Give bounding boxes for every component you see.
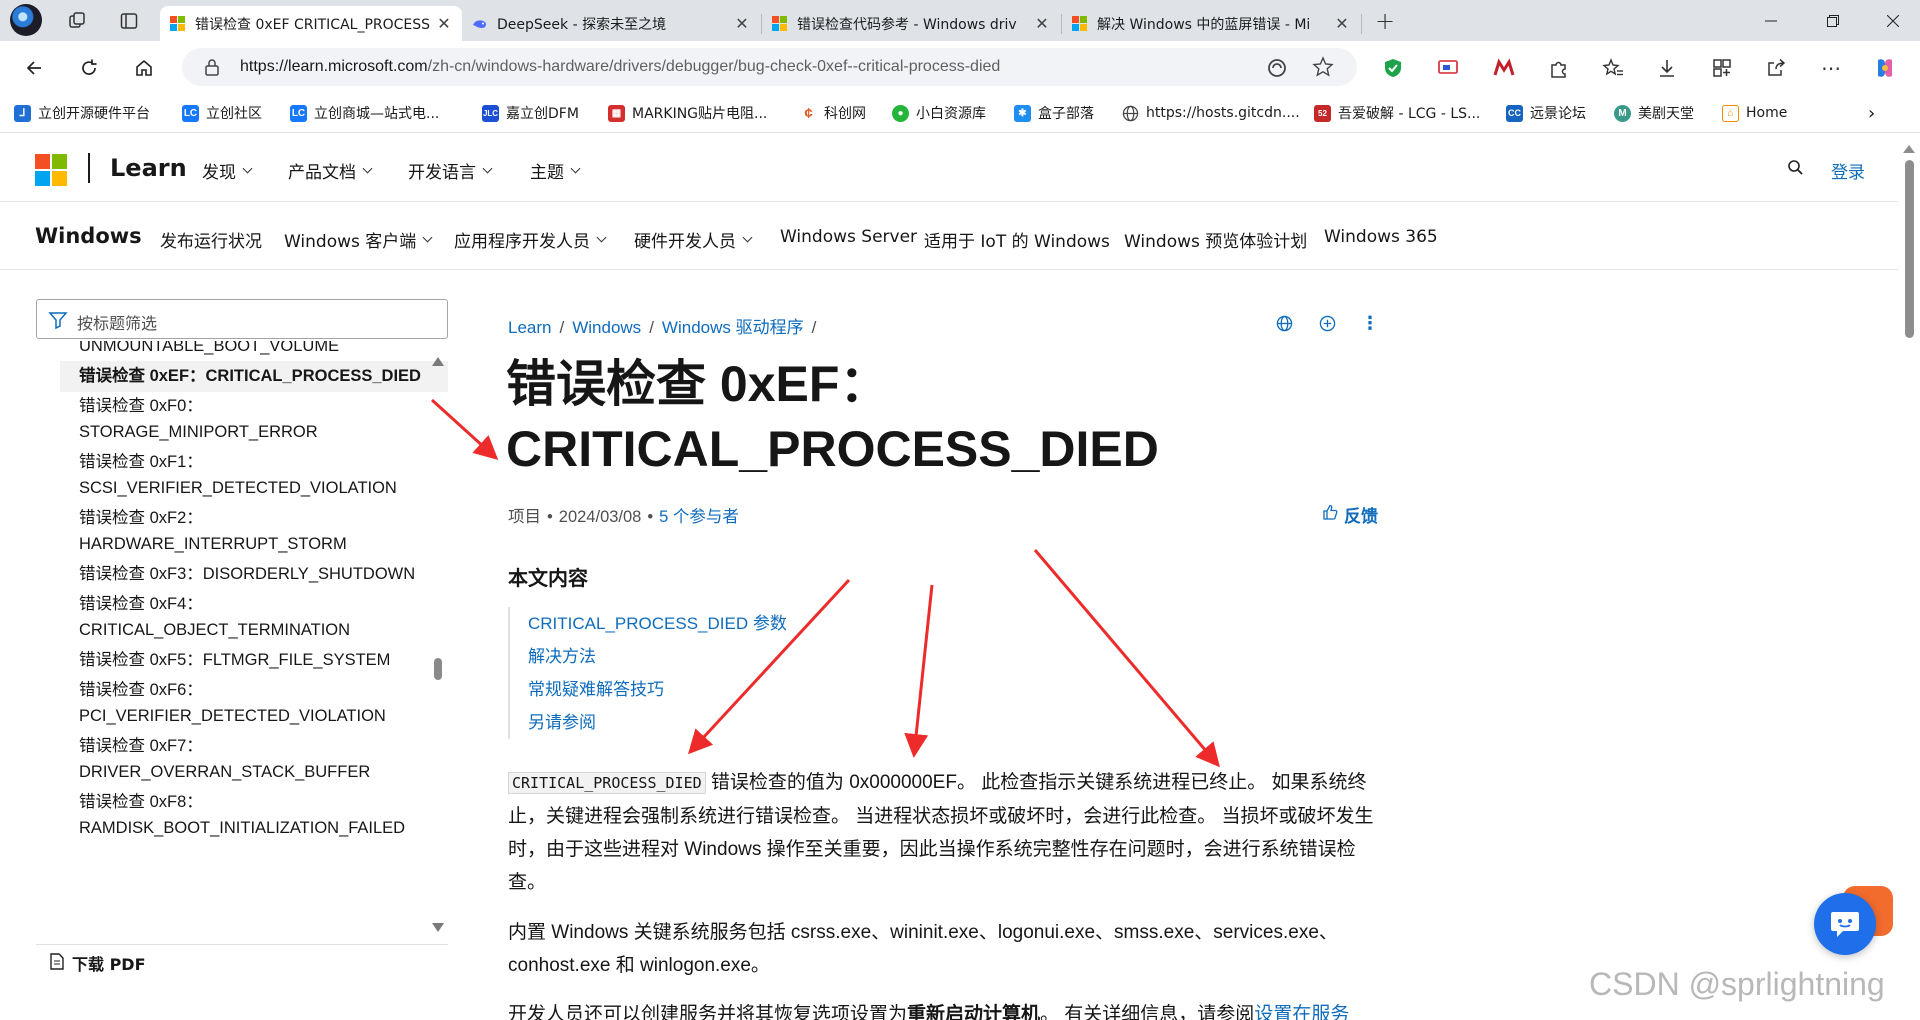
arrow-to-bugcheck-value [904,584,934,758]
chat-assistant-button[interactable] [1814,893,1876,955]
chat-bubble-icon [1831,912,1859,937]
page-scrollbar-thumb[interactable] [1905,160,1914,338]
scroll-up-icon[interactable] [1903,145,1915,153]
arrow-to-title [430,398,499,461]
annotation-arrows [430,398,1220,768]
watermark: CSDN @sprlightning [1589,966,1885,1002]
arrow-to-code-term [687,578,851,755]
arrow-to-process-terminated [1033,549,1220,768]
